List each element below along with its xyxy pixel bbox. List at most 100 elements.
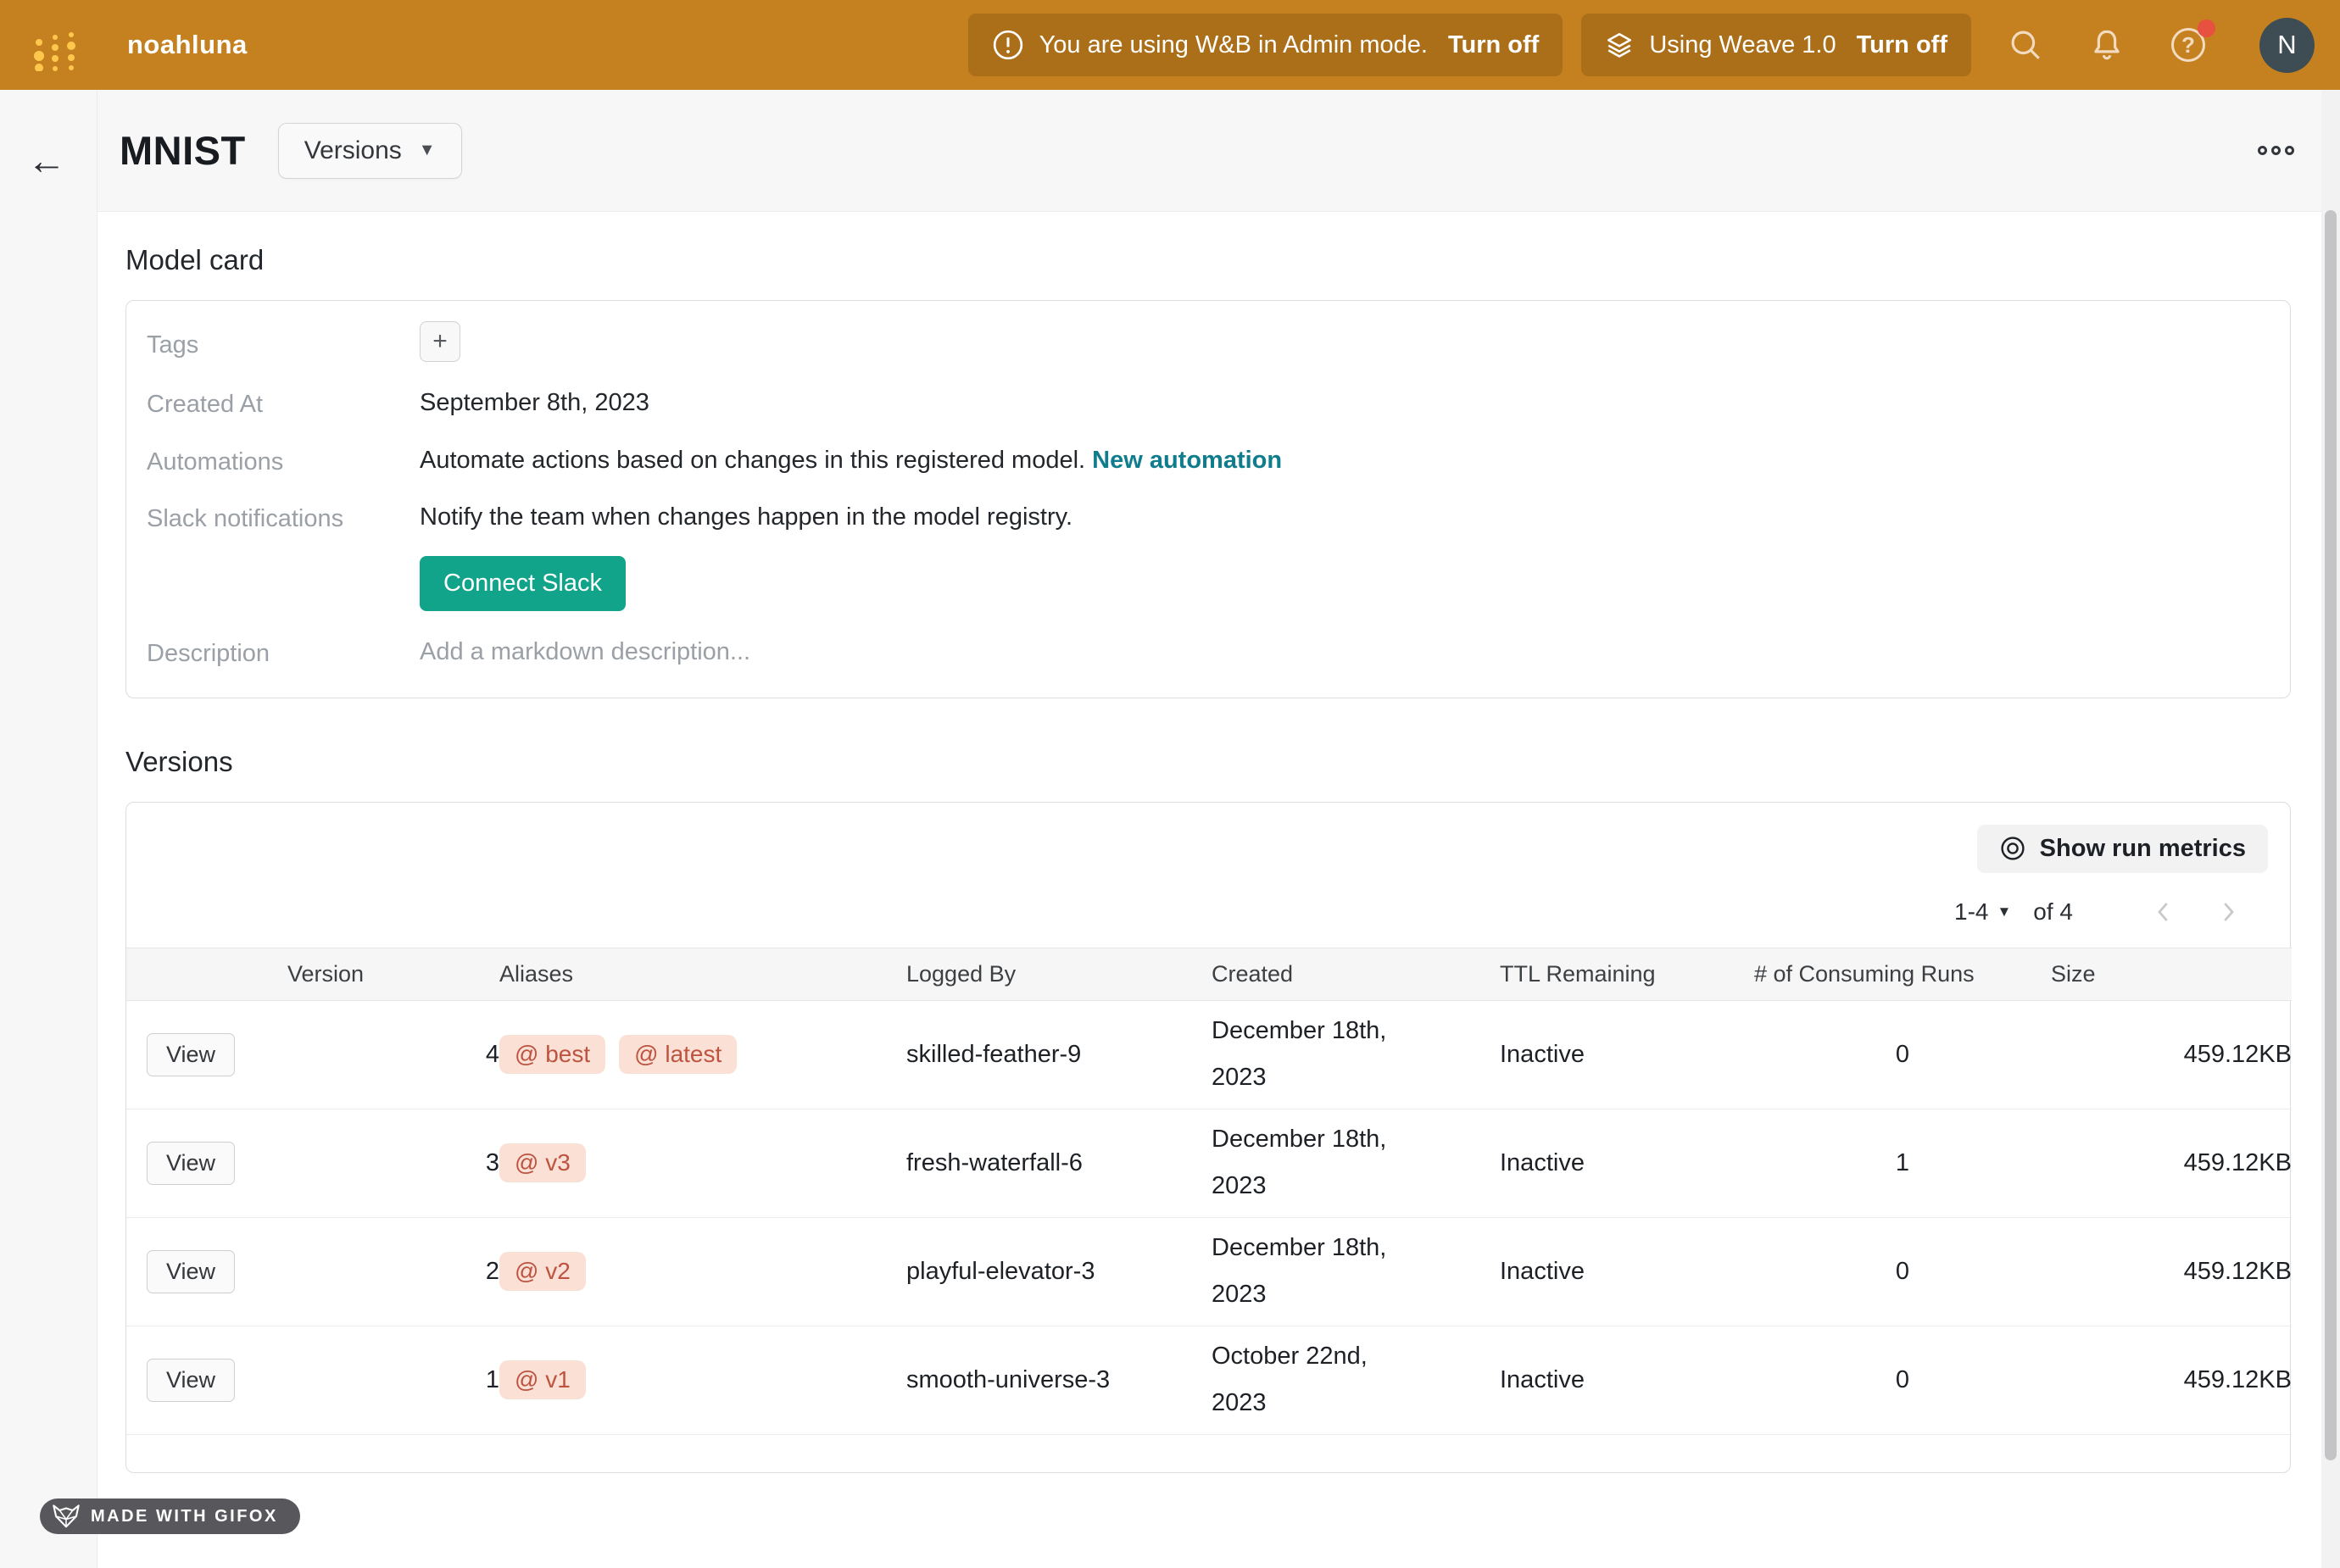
description-placeholder[interactable]: Add a markdown description...: [420, 637, 750, 669]
wandb-model-registry-page: noahluna You are using W&B in Admin mode…: [0, 0, 2340, 1568]
search-icon[interactable]: [2007, 26, 2044, 64]
slack-label: Slack notifications: [147, 502, 420, 533]
table-header-row: VersionAliasesLogged ByCreatedTTL Remain…: [126, 948, 2292, 1000]
view-column-header: [126, 948, 287, 1000]
description-label: Description: [147, 637, 420, 668]
description-row: Description Add a markdown description..…: [147, 637, 2290, 669]
model-card: Tags + Created At September 8th, 2023 Au…: [125, 300, 2291, 698]
alias-badge[interactable]: @ v3: [499, 1143, 586, 1182]
add-tag-button[interactable]: +: [420, 321, 460, 362]
wandb-dots-logo-icon[interactable]: [32, 19, 80, 71]
consuming-runs-count: 0: [1754, 1326, 2051, 1434]
connect-slack-button[interactable]: Connect Slack: [420, 556, 626, 611]
column-header-ttl: TTL Remaining: [1500, 948, 1754, 1000]
chevron-right-icon[interactable]: [2215, 899, 2241, 925]
notifications-bell-icon[interactable]: [2088, 26, 2126, 64]
alias-badges: @ v3: [499, 1143, 586, 1182]
back-arrow-button[interactable]: ←: [27, 141, 97, 180]
column-header-aliases: Aliases: [499, 948, 906, 1000]
automations-text: Automate actions based on changes in thi…: [420, 447, 1085, 474]
left-rail: ←: [0, 90, 98, 1568]
version-number: 4: [287, 1000, 499, 1109]
pagination-range-dropdown[interactable]: 1-4 ▼: [1954, 898, 2011, 926]
user-avatar[interactable]: N: [2259, 18, 2315, 73]
versions-heading: Versions: [125, 746, 2291, 778]
page-body: ← MNIST Versions ▼ Model card Tags +: [0, 90, 2340, 1568]
table-row: View2@ v2playful-elevator-3December 18th…: [126, 1217, 2292, 1326]
artifact-size: 459.12KB: [2051, 1217, 2292, 1326]
artifact-size: 459.12KB: [2051, 1109, 2292, 1217]
pagination-range: 1-4: [1954, 898, 1988, 926]
versions-table: VersionAliasesLogged ByCreatedTTL Remain…: [126, 948, 2292, 1435]
automations-value: Automate actions based on changes in thi…: [420, 445, 1282, 477]
chevron-down-icon: ▼: [419, 141, 436, 160]
versions-dropdown[interactable]: Versions ▼: [278, 123, 462, 179]
help-icon[interactable]: ?: [2170, 26, 2207, 64]
alias-badge[interactable]: @ v2: [499, 1252, 586, 1291]
top-navigation-bar: noahluna You are using W&B in Admin mode…: [0, 0, 2340, 90]
logged-by: smooth-universe-3: [906, 1326, 1212, 1434]
created-at-label: Created At: [147, 387, 420, 419]
logged-by: fresh-waterfall-6: [906, 1109, 1212, 1217]
alias-badges: @ best @ latest: [499, 1035, 737, 1074]
created-at-value: September 8th, 2023: [420, 387, 649, 420]
column-header-version: Version: [287, 948, 499, 1000]
weave-banner: Using Weave 1.0 Turn off: [1581, 14, 1971, 76]
page-content: Model card Tags + Created At September 8…: [98, 244, 2340, 1473]
consuming-runs-count: 0: [1754, 1000, 2051, 1109]
version-number: 1: [287, 1326, 499, 1434]
table-row: View 1@ v1 smooth-universe-3October 22nd, …: [126, 1326, 2292, 1434]
table-row: View 4@ best @ latest skilled-feather-9Dece…: [126, 1000, 2292, 1109]
created-date: December 18th, 2023: [1212, 1000, 1500, 1109]
admin-turn-off-button[interactable]: Turn off: [1448, 31, 1539, 59]
created-at-row: Created At September 8th, 2023: [147, 387, 2290, 420]
notification-dot: [2198, 19, 2215, 37]
overflow-menu-button[interactable]: [2253, 141, 2299, 160]
column-header-created: Created: [1212, 948, 1500, 1000]
ttl-remaining: Inactive: [1500, 1217, 1754, 1326]
consuming-runs-count: 1: [1754, 1109, 2051, 1217]
alias-badge[interactable]: @ best: [499, 1035, 605, 1074]
consuming-runs-count: 0: [1754, 1217, 2051, 1326]
caret-down-icon: ▼: [1997, 904, 2011, 920]
alias-badge[interactable]: @ latest: [619, 1035, 737, 1074]
entity-name[interactable]: noahluna: [127, 30, 248, 60]
slack-text: Notify the team when changes happen in t…: [420, 503, 1072, 531]
automations-label: Automations: [147, 445, 420, 476]
page-title: MNIST: [120, 127, 246, 174]
versions-table-body: View 4@ best @ latest skilled-feather-9Dece…: [126, 1000, 2292, 1434]
slack-value: Notify the team when changes happen in t…: [420, 502, 1072, 611]
alias-badges: @ v2: [499, 1252, 586, 1291]
alias-badges: @ v1: [499, 1360, 586, 1399]
new-automation-link[interactable]: New automation: [1092, 447, 1282, 474]
warning-icon: [992, 29, 1024, 61]
versions-card: Show run metrics 1-4 ▼ of 4: [125, 802, 2291, 1473]
pagination: 1-4 ▼ of 4: [126, 873, 2290, 926]
slack-row: Slack notifications Notify the team when…: [147, 502, 2290, 611]
version-number: 2: [287, 1217, 499, 1326]
versions-dropdown-label: Versions: [304, 136, 402, 165]
logged-by: skilled-feather-9: [906, 1000, 1212, 1109]
ttl-remaining: Inactive: [1500, 1326, 1754, 1434]
artifact-size: 459.12KB: [2051, 1326, 2292, 1434]
main-area: MNIST Versions ▼ Model card Tags + Creat…: [98, 90, 2340, 1568]
weave-turn-off-button[interactable]: Turn off: [1857, 31, 1947, 59]
view-version-button[interactable]: View: [147, 1250, 235, 1293]
alias-badge[interactable]: @ v1: [499, 1360, 586, 1399]
created-date: October 22nd, 2023: [1212, 1326, 1500, 1434]
view-version-button[interactable]: View: [147, 1359, 235, 1402]
column-header-size: Size: [2051, 948, 2292, 1000]
chevron-left-icon[interactable]: [2151, 899, 2176, 925]
vertical-scrollbar-thumb[interactable]: [2325, 210, 2337, 1460]
tags-row: Tags +: [147, 328, 2290, 362]
view-version-button[interactable]: View: [147, 1033, 235, 1076]
view-version-button[interactable]: View: [147, 1142, 235, 1185]
pagination-nav: [2151, 899, 2241, 925]
vertical-scrollbar-track[interactable]: [2321, 90, 2340, 1568]
weave-banner-text: Using Weave 1.0: [1649, 31, 1836, 59]
admin-mode-text: You are using W&B in Admin mode.: [1039, 31, 1428, 59]
made-with-gifox-badge: MADE WITH GIFOX: [40, 1498, 300, 1534]
show-run-metrics-button[interactable]: Show run metrics: [1977, 825, 2268, 873]
versions-toolbar: Show run metrics: [126, 803, 2290, 873]
logged-by: playful-elevator-3: [906, 1217, 1212, 1326]
